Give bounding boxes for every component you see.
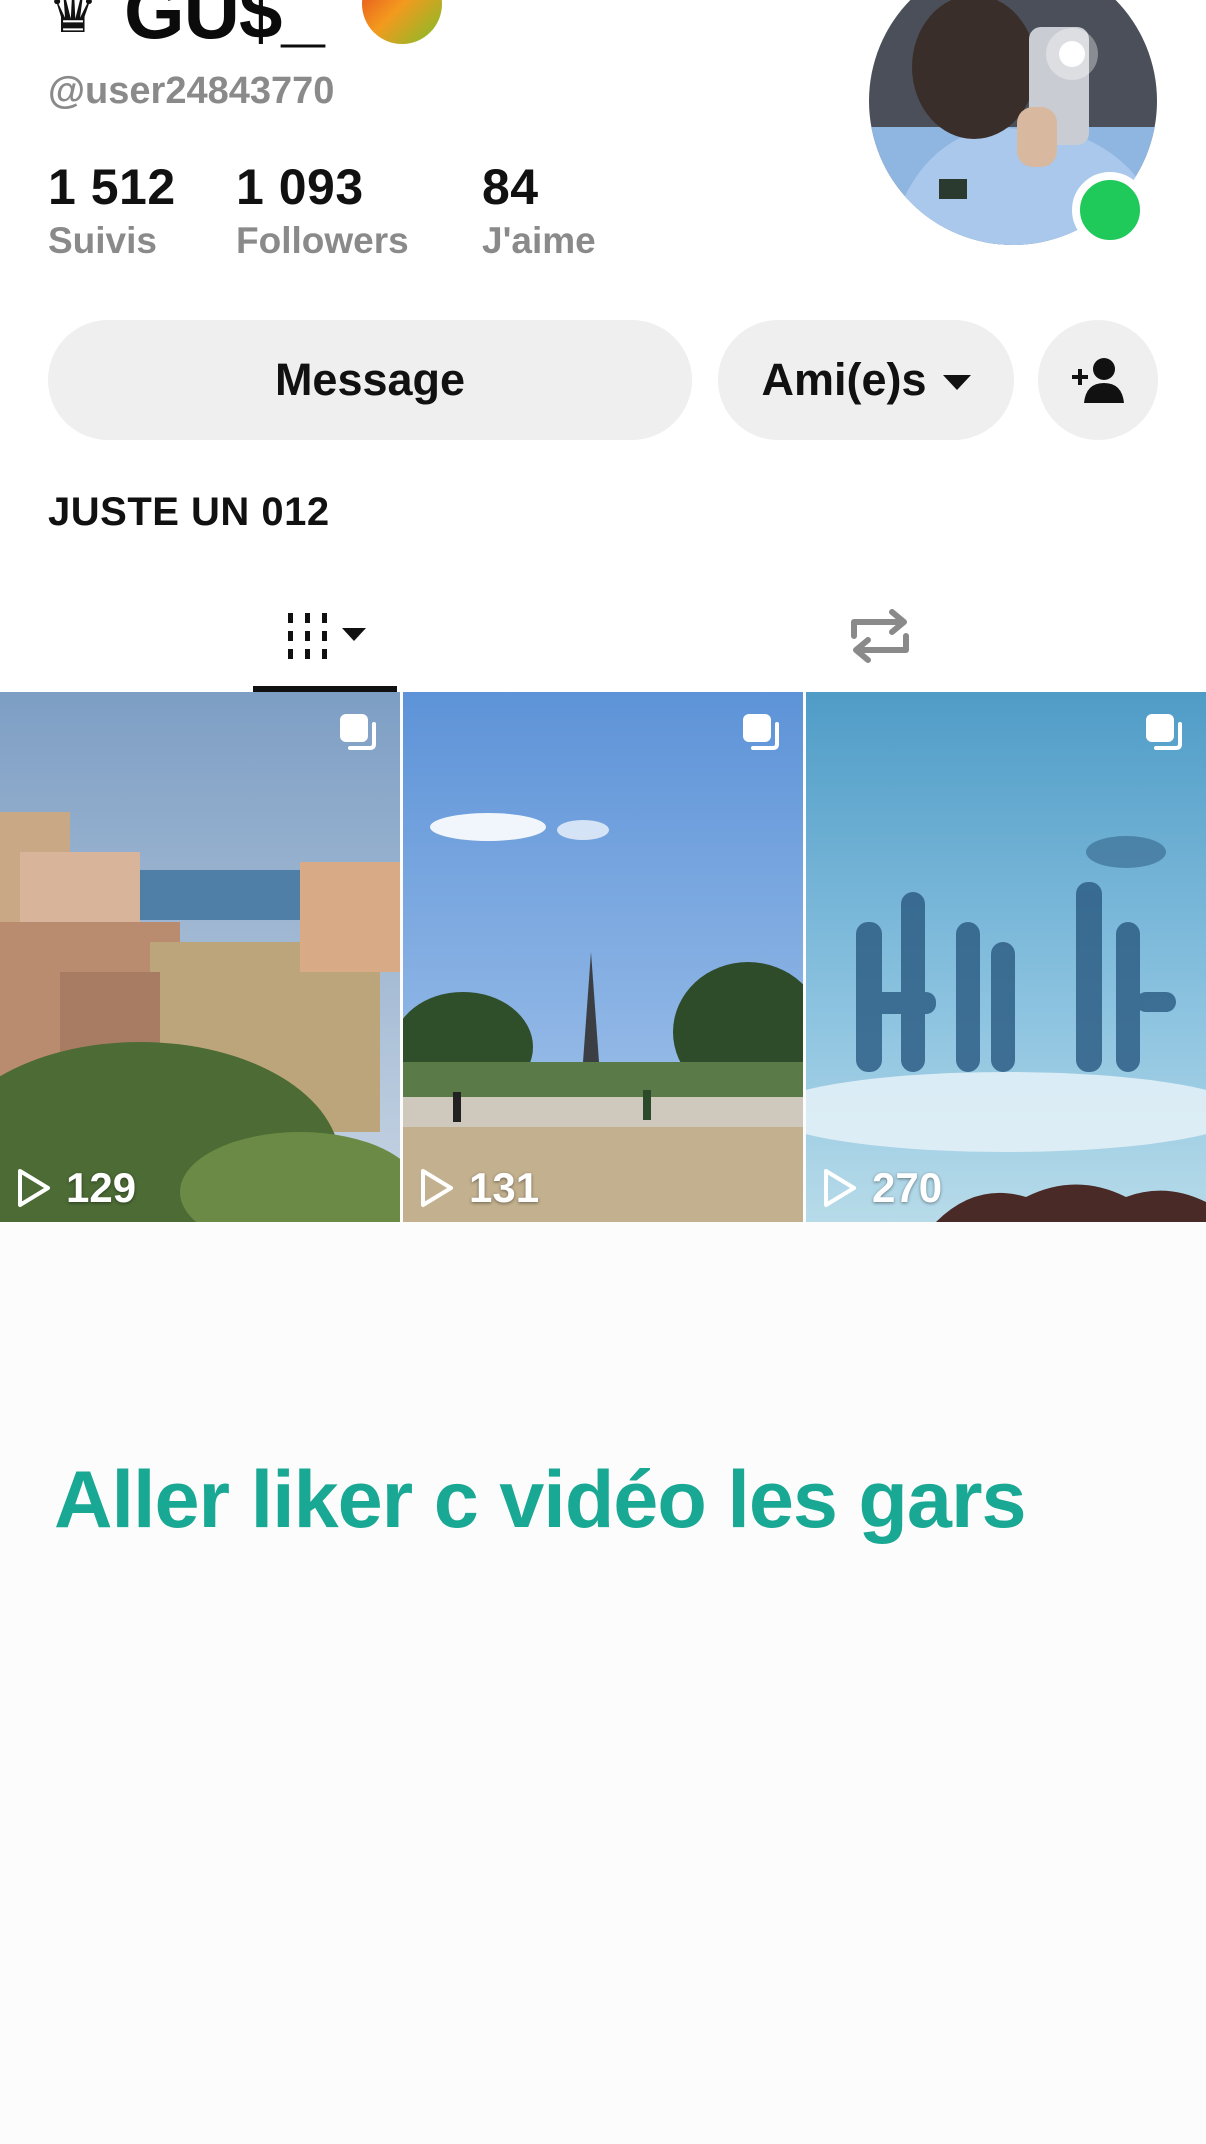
play-icon — [824, 1169, 856, 1207]
caret-down-icon — [342, 627, 366, 641]
coastal-village-thumbnail — [0, 692, 400, 1222]
stat-following[interactable]: 1 512 Suivis — [48, 158, 176, 264]
friends-button-label: Ami(e)s — [761, 354, 927, 405]
multi-photo-icon — [743, 714, 779, 750]
stat-following-label: Suivis — [48, 220, 157, 261]
view-count: 129 — [16, 1164, 136, 1212]
online-status-dot — [1072, 172, 1148, 248]
stat-likes-label: J'aime — [482, 220, 596, 261]
play-icon — [421, 1169, 453, 1207]
cloud-letters-thumbnail — [806, 692, 1206, 1222]
repost-icon — [851, 609, 909, 663]
overlay-caption: Aller liker c vidéo les gars — [54, 1455, 1027, 1545]
stat-likes-value: 84 — [482, 159, 539, 215]
video-thumbnail[interactable]: 129 — [0, 692, 400, 1222]
stat-followers-label: Followers — [236, 220, 409, 261]
add-friend-button[interactable] — [1038, 320, 1158, 440]
stat-following-value: 1 512 — [48, 159, 176, 215]
add-user-icon — [1072, 358, 1124, 403]
caret-down-icon — [942, 374, 971, 390]
tab-reposts[interactable] — [820, 580, 940, 692]
view-count-value: 131 — [469, 1164, 540, 1211]
friends-dropdown-button[interactable]: Ami(e)s — [718, 320, 1014, 440]
stat-followers-value: 1 093 — [236, 159, 364, 215]
profile-bio: JUSTE UN 012 — [48, 490, 330, 534]
video-thumbnail[interactable]: 270 — [806, 692, 1206, 1222]
display-name: GU$_ — [124, 0, 325, 55]
play-icon — [18, 1169, 50, 1207]
crown-icon: ♛ — [48, 0, 99, 44]
stat-followers[interactable]: 1 093 Followers — [236, 158, 409, 264]
username-handle: @user24843770 — [48, 70, 335, 112]
video-grid-icon — [288, 613, 327, 659]
video-grid: 129 131 270 — [0, 692, 1206, 1222]
stat-likes[interactable]: 84 J'aime — [482, 158, 596, 264]
view-count: 131 — [419, 1164, 539, 1212]
eiffel-tower-park-thumbnail — [403, 692, 803, 1222]
view-count-value: 270 — [872, 1164, 943, 1211]
view-count: 270 — [822, 1164, 942, 1212]
multi-photo-icon — [340, 714, 376, 750]
mango-emoji-icon — [362, 0, 442, 44]
profile-header: ♛ GU$_ @user24843770 1 512 Suivis 1 093 … — [0, 0, 1206, 692]
view-count-value: 129 — [66, 1164, 137, 1211]
video-thumbnail[interactable]: 131 — [403, 692, 803, 1222]
tab-videos[interactable] — [253, 580, 397, 692]
multi-photo-icon — [1146, 714, 1182, 750]
message-button[interactable]: Message — [48, 320, 692, 440]
